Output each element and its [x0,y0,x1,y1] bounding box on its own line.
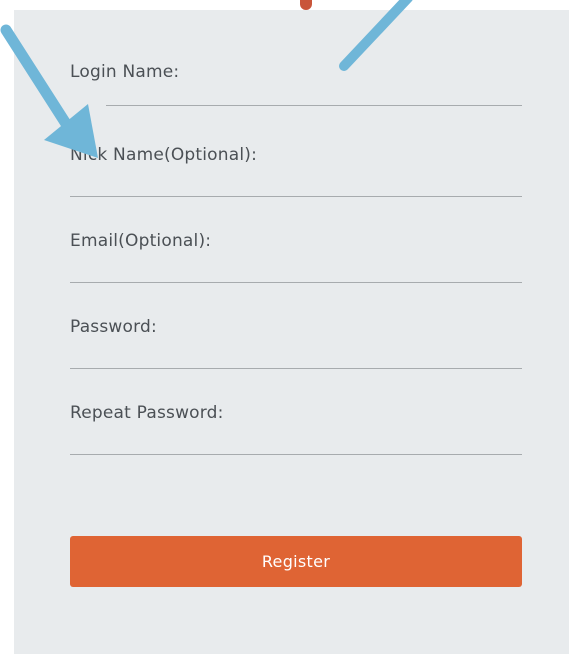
logo-fragment [300,0,312,10]
email-field[interactable]: Email(Optional): [70,231,522,317]
password-label: Password: [70,317,157,337]
bottom-link-left[interactable] [78,643,138,654]
login-name-label: Login Name: [70,62,180,82]
password-field[interactable]: Password: [70,317,522,403]
screenshot-stage: Login Name: Nick Name(Optional): Email(O… [0,0,569,654]
password-input[interactable] [70,345,522,365]
login-name-underline [106,105,522,106]
repeat-password-field[interactable]: Repeat Password: [70,403,522,489]
nick-name-label: Nick Name(Optional): [70,145,258,165]
register-button[interactable]: Register [70,536,522,587]
bottom-link-right[interactable] [330,643,520,654]
login-name-field[interactable]: Login Name: [70,62,522,148]
login-name-input[interactable] [70,90,522,110]
page-edge [0,0,14,170]
nick-name-field[interactable]: Nick Name(Optional): [70,145,522,231]
email-label: Email(Optional): [70,231,212,251]
email-input[interactable] [70,259,522,279]
repeat-password-input[interactable] [70,431,522,451]
email-underline [70,282,522,283]
password-underline [70,368,522,369]
repeat-password-label: Repeat Password: [70,403,224,423]
repeat-password-underline [70,454,522,455]
nick-name-input[interactable] [70,173,522,193]
nick-name-underline [70,196,522,197]
